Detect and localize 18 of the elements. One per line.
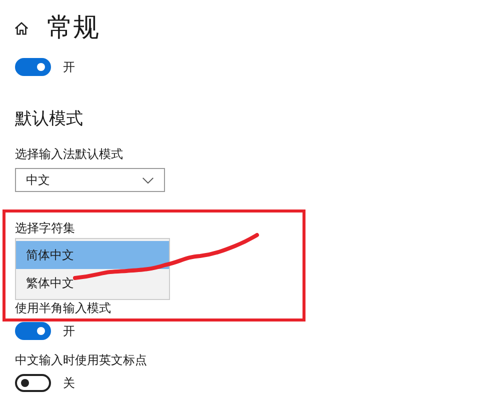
toggle-switch[interactable] xyxy=(15,322,51,340)
toggle-state: 开 xyxy=(63,58,75,76)
home-icon[interactable] xyxy=(14,20,29,36)
dropdown[interactable]: 中文 xyxy=(15,168,165,192)
toggle-switch[interactable] xyxy=(15,58,51,76)
setting-label: 选择字符集 xyxy=(15,220,76,236)
setting-label: 中文输入时使用英文标点 xyxy=(15,352,148,368)
setting-label: 选择输入法默认模式 xyxy=(15,146,124,162)
dropdown-option[interactable]: 简体中文 xyxy=(16,241,169,269)
toggle-state: 关 xyxy=(63,374,75,392)
page-title: 常规 xyxy=(47,12,99,44)
setting-label: 使用半角输入模式 xyxy=(15,300,112,316)
section-heading: 默认模式 xyxy=(15,108,84,130)
dropdown-option[interactable]: 繁体中文 xyxy=(16,269,169,297)
toggle-switch[interactable] xyxy=(15,374,51,392)
chevron-down-icon xyxy=(142,176,154,184)
dropdown-value: 中文 xyxy=(26,172,50,188)
toggle-state: 开 xyxy=(63,322,75,340)
